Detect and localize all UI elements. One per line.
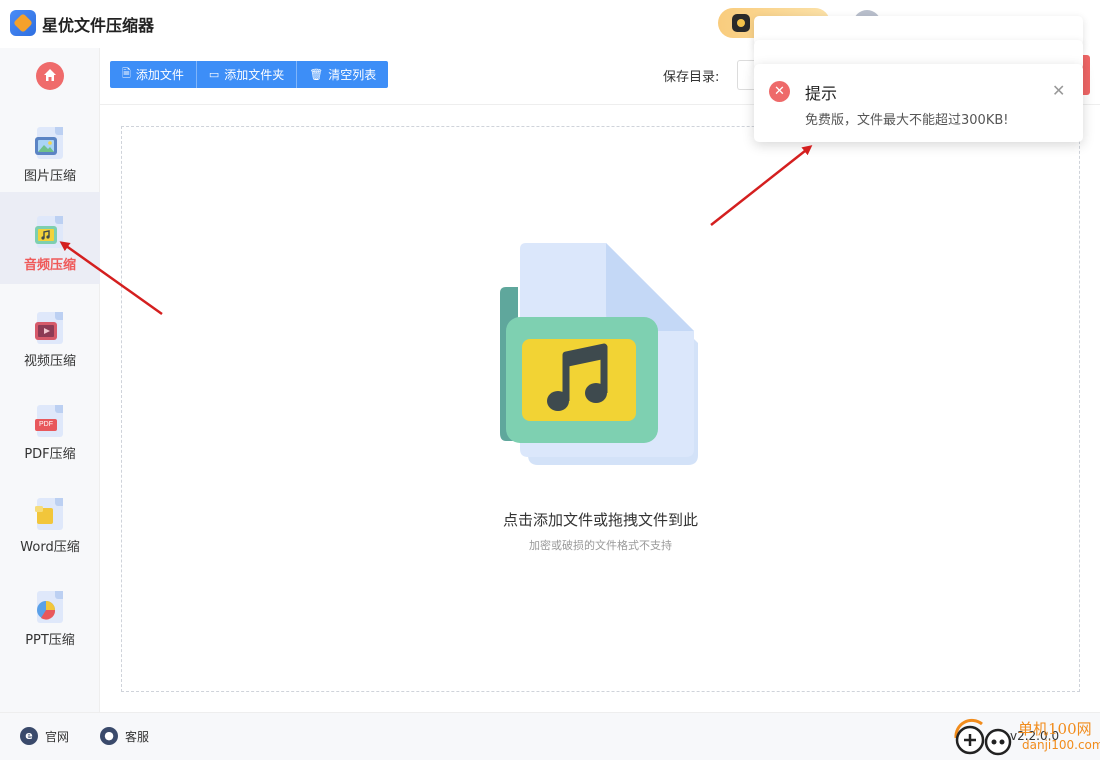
website-link[interactable]: e 官网	[20, 727, 69, 745]
sidebar-item-label: 音频压缩	[23, 258, 76, 273]
sidebar-item-label: Word压缩	[20, 540, 80, 555]
audio-file-illustration-icon	[500, 243, 698, 465]
home-icon	[44, 69, 56, 81]
file-icon: 🗎	[122, 67, 131, 80]
image-file-icon	[35, 127, 65, 159]
toast-message: 免费版，文件最大不能超过300KB!	[805, 113, 1009, 128]
sidebar-item-label: PDF压缩	[24, 447, 76, 462]
add-folder-button[interactable]: ▭ 添加文件夹	[197, 61, 298, 88]
chat-icon: ●	[100, 727, 118, 745]
support-label: 客服	[125, 729, 150, 744]
app-title: 星优文件压缩器	[42, 16, 155, 35]
home-button[interactable]	[36, 62, 64, 90]
save-dir-label: 保存目录:	[663, 70, 720, 85]
pdf-badge: PDF	[35, 419, 57, 431]
folder-icon: ▭	[208, 68, 220, 81]
sidebar-item-pdf[interactable]: PDF PDF压缩	[0, 381, 100, 473]
clear-list-label: 清空列表	[328, 68, 377, 82]
footer: e 官网 ● 客服 v2.2.0.0	[0, 712, 1100, 760]
toast-title: 提示	[805, 84, 838, 103]
sidebar-item-label: PPT压缩	[25, 633, 75, 648]
add-folder-label: 添加文件夹	[224, 68, 285, 82]
sidebar-item-ppt[interactable]: PPT压缩	[0, 567, 100, 659]
sidebar-item-video[interactable]: 视频压缩	[0, 288, 100, 380]
trash-icon: 🗑	[309, 68, 324, 81]
pdf-file-icon: PDF	[35, 405, 65, 437]
watermark-text: 单机100网	[1018, 720, 1092, 738]
sidebar-item-image[interactable]: 图片压缩	[0, 103, 100, 195]
add-file-label: 添加文件	[135, 68, 184, 82]
toolbar: 🗎 添加文件 ▭ 添加文件夹 🗑 清空列表	[110, 61, 389, 88]
watermark-logo-icon	[954, 718, 1012, 756]
word-file-icon	[35, 498, 65, 530]
dropzone-sub-text: 加密或破损的文件格式不支持	[529, 539, 672, 552]
website-label: 官网	[45, 729, 70, 744]
notification-toast: ✕ 提示 免费版，文件最大不能超过300KB! ✕	[754, 64, 1083, 142]
clear-list-button[interactable]: 🗑 清空列表	[297, 61, 388, 88]
add-file-button[interactable]: 🗎 添加文件	[110, 61, 197, 88]
dropzone-main-text: 点击添加文件或拖拽文件到此	[502, 511, 698, 529]
error-icon: ✕	[769, 81, 790, 102]
browser-icon: e	[20, 727, 38, 745]
watermark-url: danji100.com	[1022, 738, 1100, 752]
sidebar-item-label: 视频压缩	[23, 354, 76, 369]
sidebar-item-word[interactable]: Word压缩	[0, 474, 100, 566]
close-icon[interactable]: ✕	[1052, 81, 1065, 100]
sidebar-item-audio[interactable]: 音频压缩	[0, 192, 100, 284]
audio-file-icon	[35, 216, 65, 248]
sidebar-item-label: 图片压缩	[23, 169, 76, 184]
support-link[interactable]: ● 客服	[100, 727, 149, 745]
app-window: 星优文件压缩器 图片压缩 音频压缩 视频压缩 PDF PDF压缩 Word压缩 …	[0, 0, 1100, 760]
file-drop-zone[interactable]: 点击添加文件或拖拽文件到此 加密或破损的文件格式不支持	[121, 126, 1080, 692]
ppt-file-icon	[35, 591, 65, 623]
app-logo-icon	[10, 10, 36, 36]
crown-icon	[732, 14, 750, 32]
sidebar: 图片压缩 音频压缩 视频压缩 PDF PDF压缩 Word压缩 PPT压缩	[0, 48, 100, 712]
video-file-icon	[35, 312, 65, 344]
